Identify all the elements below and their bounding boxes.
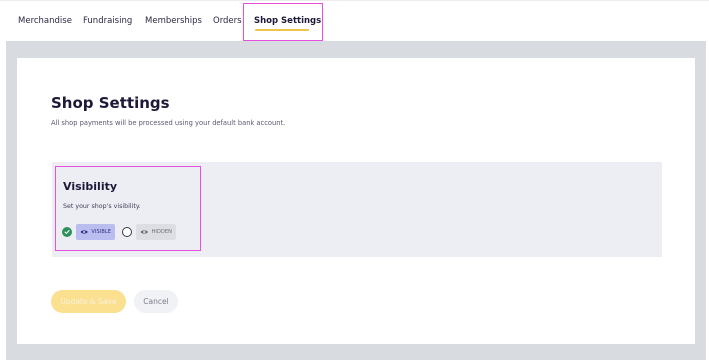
hidden-option-label: HIDDEN <box>151 229 172 235</box>
page-title: Shop Settings <box>51 94 170 112</box>
hidden-option[interactable]: HIDDEN <box>136 224 176 240</box>
cancel-button[interactable]: Cancel <box>134 290 178 313</box>
visible-option[interactable]: VISIBLE <box>76 224 115 240</box>
tab-memberships[interactable]: Memberships <box>145 16 202 26</box>
eye-icon <box>140 230 148 234</box>
update-save-button[interactable]: Update & Save <box>51 290 126 313</box>
tab-fundraising[interactable]: Fundraising <box>83 16 132 26</box>
check-icon <box>64 230 70 234</box>
visible-radio[interactable] <box>62 227 72 237</box>
eye-icon <box>80 230 88 234</box>
page-subtitle: All shop payments will be processed usin… <box>51 119 286 127</box>
visibility-panel <box>52 162 662 257</box>
top-navigation: Merchandise Fundraising Memberships Orde… <box>0 0 709 41</box>
visibility-description: Set your shop's visibility. <box>63 203 141 210</box>
active-tab-indicator <box>255 29 309 31</box>
hidden-radio[interactable] <box>122 227 132 237</box>
tab-shop-settings[interactable]: Shop Settings <box>254 16 321 26</box>
visibility-title: Visibility <box>63 180 118 193</box>
visible-option-label: VISIBLE <box>91 229 111 235</box>
tab-merchandise[interactable]: Merchandise <box>18 16 72 26</box>
tab-orders[interactable]: Orders <box>213 16 242 26</box>
